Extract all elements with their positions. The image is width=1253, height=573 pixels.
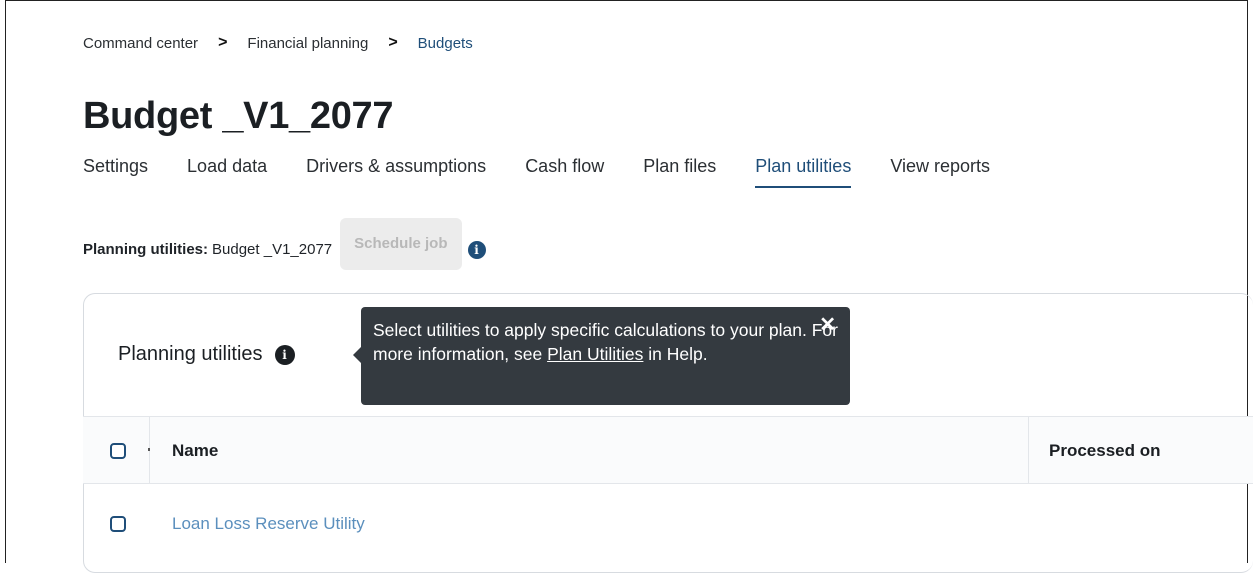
select-all-checkbox[interactable] — [110, 443, 126, 459]
tab-load-data[interactable]: Load data — [187, 156, 267, 183]
tooltip-text-after: in Help. — [643, 344, 708, 364]
table-row-name[interactable]: Loan Loss Reserve Utility — [172, 514, 365, 534]
tab-plan-utilities[interactable]: Plan utilities — [755, 156, 852, 188]
planning-utilities-line: Planning utilities: Budget _V1_2077 Sche… — [83, 218, 486, 270]
info-icon[interactable]: i — [274, 344, 295, 365]
planning-utilities-value: Budget _V1_2077 — [212, 241, 333, 258]
tab-settings[interactable]: Settings — [83, 156, 148, 183]
column-header-processed-on[interactable]: Processed on — [1049, 441, 1161, 461]
planning-utilities-label: Planning utilities: — [83, 241, 209, 258]
column-resize-handle[interactable] — [148, 448, 150, 451]
info-tooltip: Select utilities to apply specific calcu… — [353, 307, 850, 405]
schedule-job-button[interactable]: Schedule job — [340, 218, 462, 270]
chevron-right-icon: > — [218, 34, 228, 51]
breadcrumb-financial-planning[interactable]: Financial planning — [247, 35, 368, 52]
plan-utilities-link[interactable]: Plan Utilities — [547, 344, 643, 364]
card-title-text: Planning utilities — [118, 343, 263, 365]
breadcrumb-budgets[interactable]: Budgets — [418, 35, 473, 52]
column-header-name[interactable]: Name — [172, 441, 218, 461]
card-title: Planning utilities i — [118, 343, 295, 366]
row-checkbox[interactable] — [110, 516, 126, 532]
breadcrumb: Command center > Financial planning > Bu… — [83, 34, 473, 52]
table-header: Name Processed on — [83, 416, 1253, 484]
chevron-right-icon: > — [388, 34, 398, 51]
info-icon[interactable]: i — [467, 240, 486, 259]
page-title: Budget _V1_2077 — [83, 95, 394, 137]
tab-bar: Settings Load data Drivers & assumptions… — [83, 156, 1029, 188]
tab-view-reports[interactable]: View reports — [890, 156, 990, 183]
tab-cash-flow[interactable]: Cash flow — [525, 156, 604, 183]
breadcrumb-command-center[interactable]: Command center — [83, 35, 198, 52]
tab-drivers-assumptions[interactable]: Drivers & assumptions — [306, 156, 486, 183]
column-divider — [1028, 417, 1029, 483]
tooltip-arrow — [353, 347, 361, 363]
tab-plan-files[interactable]: Plan files — [643, 156, 716, 183]
close-icon[interactable]: ✕ — [819, 313, 836, 337]
